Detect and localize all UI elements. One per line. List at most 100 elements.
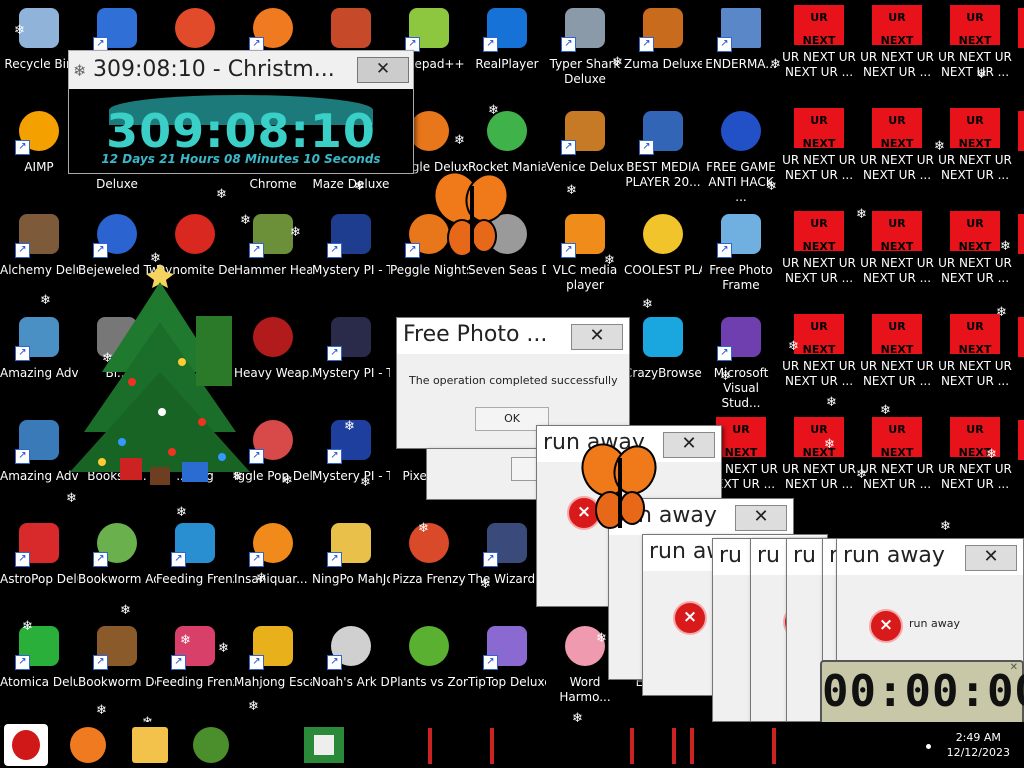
- shortcut-arrow-icon: ↗: [93, 552, 108, 567]
- desktop-icon-ur-next[interactable]: UR NEXT UR NEXT UR NEXT UR ...: [936, 0, 1014, 102]
- snowflake-icon: ❄: [642, 297, 653, 312]
- desktop-icon-ur-next[interactable]: UR NEXT UR NEXT UR NEXT UR ...: [936, 206, 1014, 308]
- run-away-message: run away: [909, 617, 960, 630]
- ur-next-label: UR NEXT UR NEXT UR ...: [860, 462, 934, 491]
- desktop-icon-astropop-deluxe[interactable]: ↗AstroPop Deluxe: [0, 515, 78, 617]
- desktop-icon-insaniquarium[interactable]: ↗Insaniquar... Deluxe: [234, 515, 312, 617]
- desktop-icon-bookworm-deluxe[interactable]: ↗Bookworm Deluxe: [78, 618, 156, 720]
- desktop-icon-ur-next[interactable]: UR NEXT UR NEXT UR NEXT UR ...: [780, 206, 858, 308]
- desktop-icon-bookworm-adventures[interactable]: ↗Bookworm Adventur...: [78, 515, 156, 617]
- shortcut-arrow-icon: ↗: [639, 140, 654, 155]
- desktop-icon-ur-next[interactable]: UR NEXT UR NEXT UR NEXT UR ...: [858, 103, 936, 205]
- desktop-icon-free-photo-frame[interactable]: ↗ Free Photo Frame: [702, 206, 780, 308]
- stub-button[interactable]: [511, 457, 537, 481]
- run-away-close-button[interactable]: ✕: [965, 545, 1017, 571]
- desktop-icon-atomica-deluxe[interactable]: ↗Atomica Deluxe: [0, 618, 78, 720]
- taskbar-clock[interactable]: 2:49 AM 12/12/2023: [947, 730, 1010, 760]
- free-photo-titlebar[interactable]: Free Photo ... ✕: [397, 318, 629, 354]
- countdown-close-button[interactable]: ✕: [357, 57, 409, 83]
- shortcut-arrow-icon: ↗: [93, 655, 108, 670]
- clock-time: 2:49 AM: [955, 731, 1001, 744]
- desktop-icon-coolest-player[interactable]: COOLEST PLAYER: [624, 206, 702, 308]
- desktop: Recycle Bin ↗AIMP ↗Alchemy Deluxe ↗Amazi…: [0, 0, 1024, 722]
- ur-next-line1: UR: [810, 217, 828, 230]
- desktop-icon-ur-next[interactable]: UR NEXT UR NEXT UR NEXT UR ...: [936, 103, 1014, 205]
- desktop-icon-mahjong-escape[interactable]: ↗Mahjong Escape ...: [234, 618, 312, 720]
- snowflake-icon: ❄: [824, 437, 835, 452]
- shortcut-arrow-icon: ↗: [717, 37, 732, 52]
- desktop-icon-partial-edge[interactable]: [1018, 111, 1024, 151]
- chrome-taskbar-icon[interactable]: [193, 727, 229, 763]
- countdown-titlebar[interactable]: ❄ 309:08:10 - Christm... ✕: [69, 51, 413, 89]
- desktop-icon-mystery-pi-lottery[interactable]: ↗Mystery PI - The Lotter...: [312, 206, 390, 308]
- desktop-icon-ur-next[interactable]: UR NEXT UR NEXT UR NEXT UR ...: [858, 0, 936, 102]
- run-away-titlebar[interactable]: run away ✕: [837, 539, 1023, 575]
- desktop-icon-noahs-ark[interactable]: ↗Noah's Ark Deluxe: [312, 618, 390, 720]
- ur-next-line1: UR: [810, 114, 828, 127]
- firefox-taskbar-icon[interactable]: [70, 727, 106, 763]
- shortcut-arrow-icon: ↗: [15, 449, 30, 464]
- run-away-title: ru: [757, 543, 780, 568]
- run-away-close-button[interactable]: ✕: [663, 432, 715, 458]
- smiley-icon: [643, 214, 683, 254]
- ur-next-label: UR NEXT UR NEXT UR ...: [782, 462, 856, 491]
- ur-next-icon: UR NEXT: [872, 5, 922, 47]
- ur-next-icon: UR NEXT: [872, 314, 922, 356]
- desktop-icon-plants-vs-zombies[interactable]: Plants vs Zombies: [390, 618, 468, 720]
- desktop-icon-wizards-pen[interactable]: ↗The Wizard's Pen: [468, 515, 546, 617]
- desktop-icon-ningpo-mahjong[interactable]: ↗NingPo MahJo...: [312, 515, 390, 617]
- desktop-icon-feeding-frenzy[interactable]: ↗Feeding Frenzy...: [156, 515, 234, 617]
- free-photo-close-button[interactable]: ✕: [571, 324, 623, 350]
- santa-start-icon[interactable]: [4, 724, 48, 766]
- desktop-icon-mystery-pi-new-york[interactable]: ↗Mystery PI - The New Yo...: [312, 309, 390, 411]
- shortcut-arrow-icon: ↗: [15, 243, 30, 258]
- shortcut-arrow-icon: ↗: [15, 140, 30, 155]
- desktop-icon-crazybrowser[interactable]: CrazyBrowser: [624, 309, 702, 411]
- christmas-countdown-window[interactable]: ❄ 309:08:10 - Christm... ✕ 309:08:10 12 …: [68, 50, 414, 174]
- desktop-icon-partial-edge[interactable]: [1018, 317, 1024, 357]
- desktop-icon-feeding-frenzy-deluxe[interactable]: ↗Feeding Frenzy Deluxe: [156, 618, 234, 720]
- desktop-icon-best-media-player[interactable]: ↗ BEST MEDIA PLAYER 20...: [624, 103, 702, 205]
- notification-dot-icon[interactable]: [926, 744, 931, 749]
- running-app-taskbar-icon[interactable]: [304, 727, 344, 763]
- desktop-icon-recycle-bin[interactable]: Recycle Bin: [0, 0, 78, 102]
- desktop-icon-ur-next[interactable]: UR NEXT UR NEXT UR NEXT UR ...: [936, 412, 1014, 514]
- shortcut-arrow-icon: ↗: [15, 655, 30, 670]
- desktop-icon-aimp[interactable]: ↗ AIMP: [0, 103, 78, 205]
- desktop-icon-visual-studio[interactable]: ↗ Microsoft Visual Stud...: [702, 309, 780, 411]
- desktop-icon-ur-next[interactable]: UR NEXT UR NEXT UR NEXT UR ...: [858, 412, 936, 514]
- desktop-icon-partial-edge[interactable]: [1018, 214, 1024, 254]
- shortcut-arrow-icon: ↗: [561, 37, 576, 52]
- ur-next-line2: NEXT: [802, 34, 836, 47]
- desktop-icon-ur-next[interactable]: UR NEXT UR NEXT UR NEXT UR ...: [780, 103, 858, 205]
- snowflake-icon: ❄: [240, 213, 251, 228]
- shortcut-arrow-icon: ↗: [717, 346, 732, 361]
- desktop-icon-ur-next[interactable]: UR NEXT UR NEXT UR NEXT UR ...: [780, 309, 858, 411]
- desktop-icon-zuma-deluxe[interactable]: ↗ Zuma Deluxe: [624, 0, 702, 102]
- run-away-close-button[interactable]: ✕: [735, 505, 787, 531]
- desktop-icon-partial-edge[interactable]: [1018, 420, 1024, 460]
- desktop-icon-ur-next[interactable]: UR NEXT UR NEXT UR NEXT UR ...: [780, 0, 858, 102]
- digital-timer-widget[interactable]: 00:00:00 ✕: [820, 660, 1024, 722]
- shortcut-arrow-icon: ↗: [639, 37, 654, 52]
- hidden-dialog-stub[interactable]: [426, 448, 538, 500]
- snowflake-icon: ❄: [120, 603, 131, 618]
- snowflake-icon: ❄: [488, 103, 499, 118]
- desktop-icon-pizza-frenzy[interactable]: Pizza Frenzy: [390, 515, 468, 617]
- shortcut-arrow-icon: ↗: [327, 346, 342, 361]
- desktop-icon-venice-deluxe[interactable]: ↗ Venice Deluxe: [546, 103, 624, 205]
- snowflake-icon: ❄: [248, 699, 259, 714]
- desktop-icon-ur-next[interactable]: UR NEXT UR NEXT UR NEXT UR ...: [858, 309, 936, 411]
- desktop-icon-enderman[interactable]: ↗ ENDERMA...: [702, 0, 780, 102]
- error-icon: ×: [673, 601, 707, 635]
- desktop-icon-realplayer[interactable]: ↗ RealPlayer: [468, 0, 546, 102]
- desktop-icon-ur-next[interactable]: UR NEXT UR NEXT UR NEXT UR ...: [858, 206, 936, 308]
- timer-close-icon[interactable]: ✕: [1010, 662, 1018, 673]
- ur-next-label: UR NEXT UR NEXT UR ...: [782, 359, 856, 388]
- desktop-icon-partial-edge[interactable]: [1018, 8, 1024, 48]
- desktop-icon-typer-shark[interactable]: ↗ Typer Shark Deluxe: [546, 0, 624, 102]
- desktop-icon-tiptop[interactable]: ↗ TipTop Deluxe: [468, 618, 546, 720]
- desktop-icon-ur-next[interactable]: UR NEXT UR NEXT UR NEXT UR ...: [936, 309, 1014, 411]
- file-explorer-taskbar-icon[interactable]: [132, 727, 168, 763]
- ur-next-line1: UR: [888, 217, 906, 230]
